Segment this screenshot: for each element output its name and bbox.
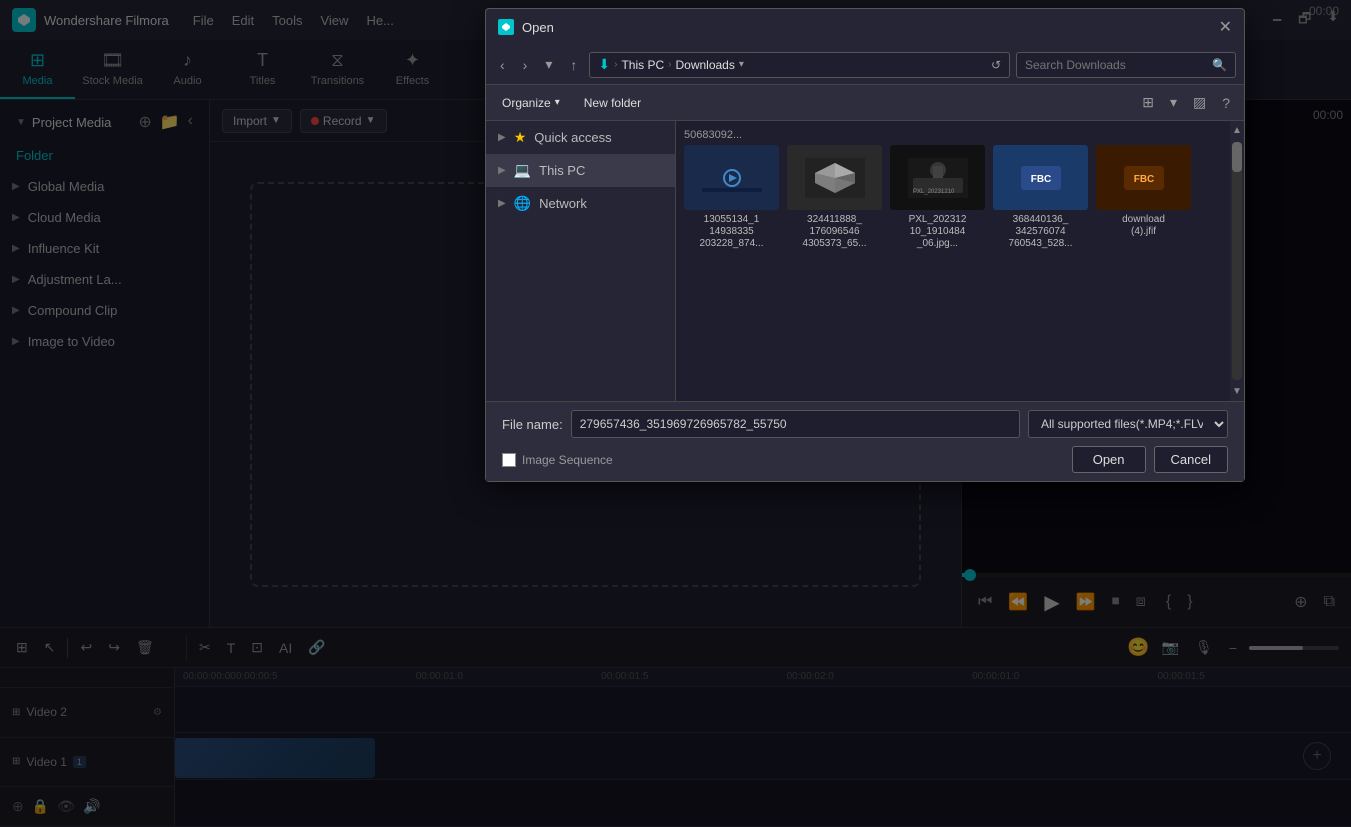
file-img-1 [684, 145, 779, 210]
network-expand-icon: ▶ [498, 198, 506, 209]
file-img-4: FBC [993, 145, 1088, 210]
sidebar-network[interactable]: ▶ 🌐 Network [486, 187, 675, 220]
file-label-1: 13055134_114938335203228_874... [700, 214, 764, 250]
file-thumb-1[interactable]: 13055134_114938335203228_874... [684, 145, 779, 250]
view-buttons: ⊞ ▾ ▨ ? [1136, 91, 1236, 114]
svg-text:FBC: FBC [1133, 174, 1154, 185]
view-grid-button[interactable]: ⊞ [1136, 91, 1160, 114]
file-thumb-4[interactable]: FBC 368440136_342576074760543_528... [993, 145, 1088, 250]
dialog-second-bar: Organize ▾ New folder ⊞ ▾ ▨ ? [486, 85, 1244, 121]
dialog-scrollbar: ▲ ▼ [1230, 121, 1244, 401]
filename-input[interactable] [571, 410, 1020, 438]
dialog-title-bar: Open ✕ [486, 9, 1244, 45]
scroll-down-button[interactable]: ▼ [1228, 382, 1246, 401]
this-pc-icon: 💻 [514, 162, 531, 179]
file-label-3: PXL_20231210_1910484_06.jpg... [909, 214, 967, 250]
svg-text:FBC: FBC [1030, 174, 1051, 185]
footer-actions: Image Sequence Open Cancel [502, 446, 1228, 473]
file-label-2: 324411888_1760965464305373_65... [803, 214, 867, 250]
image-sequence-checkbox[interactable] [502, 453, 516, 467]
file-dialog: Open ✕ ‹ › ▾ ↑ ⬇ › This PC › Downloads ▾… [485, 8, 1245, 482]
nav-up-button[interactable]: ↑ [564, 53, 583, 77]
file-label-5: download(4).jfif [1122, 214, 1165, 238]
dialog-sidebar: ▶ ★ Quick access ▶ 💻 This PC ▶ 🌐 Network [486, 121, 676, 401]
path-downloads[interactable]: Downloads [675, 58, 734, 72]
path-bar: ⬇ › This PC › Downloads ▾ ↺ [589, 52, 1010, 78]
dialog-nav-bar: ‹ › ▾ ↑ ⬇ › This PC › Downloads ▾ ↺ 🔍 [486, 45, 1244, 85]
filename-label: File name: [502, 417, 563, 432]
dialog-overlay: Open ✕ ‹ › ▾ ↑ ⬇ › This PC › Downloads ▾… [0, 0, 1351, 827]
this-pc-label: This PC [539, 163, 585, 178]
sidebar-this-pc[interactable]: ▶ 💻 This PC [486, 154, 675, 187]
file-thumb-2[interactable]: 324411888_1760965464305373_65... [787, 145, 882, 250]
organize-button[interactable]: Organize ▾ [494, 92, 568, 114]
scroll-thumb[interactable] [1232, 142, 1242, 172]
file-grid: 13055134_114938335203228_874... [684, 145, 1222, 393]
nav-back-button[interactable]: ‹ [494, 53, 511, 77]
dialog-icon [498, 19, 514, 35]
organize-label: Organize [502, 96, 551, 110]
svg-text:PXL_20231210: PXL_20231210 [913, 189, 955, 195]
new-folder-button[interactable]: New folder [576, 92, 649, 114]
dialog-footer: File name: All supported files(*.MP4;*.F… [486, 401, 1244, 481]
dialog-close-button[interactable]: ✕ [1219, 17, 1232, 37]
file-img-3: PXL_20231210 [890, 145, 985, 210]
path-refresh-icon[interactable]: ↺ [991, 58, 1001, 72]
path-home-icon: ⬇ [598, 56, 610, 73]
this-pc-expand-icon: ▶ [498, 165, 506, 176]
search-input[interactable] [1025, 58, 1208, 72]
quick-access-icon: ★ [514, 129, 527, 146]
nav-dropdown-button[interactable]: ▾ [539, 52, 558, 77]
sidebar-quick-access[interactable]: ▶ ★ Quick access [486, 121, 675, 154]
file-img-5: FBC [1096, 145, 1191, 210]
network-icon: 🌐 [514, 195, 531, 212]
image-sequence-label: Image Sequence [522, 453, 613, 467]
view-pane-button[interactable]: ▨ [1187, 91, 1212, 114]
path-separator-2: › [668, 59, 671, 70]
filetype-select[interactable]: All supported files(*.MP4;*.FLV;*All Fil… [1028, 410, 1228, 438]
view-dropdown-button[interactable]: ▾ [1164, 91, 1183, 114]
path-dropdown-icon[interactable]: ▾ [739, 59, 744, 70]
quick-access-expand-icon: ▶ [498, 132, 506, 143]
dialog-files: 50683092... 13055134_114938335203 [676, 121, 1230, 401]
network-label: Network [539, 196, 587, 211]
file-thumb-5[interactable]: FBC download(4).jfif [1096, 145, 1191, 238]
nav-forward-button[interactable]: › [517, 53, 534, 77]
file-img-2 [787, 145, 882, 210]
quick-access-label: Quick access [534, 130, 611, 145]
help-button[interactable]: ? [1216, 91, 1236, 114]
scroll-up-button[interactable]: ▲ [1228, 121, 1246, 140]
file-label-4: 368440136_342576074760543_528... [1009, 214, 1073, 250]
search-icon: 🔍 [1212, 58, 1227, 72]
dialog-title: Open [522, 20, 1219, 35]
search-bar: 🔍 [1016, 52, 1236, 78]
dialog-body: ▶ ★ Quick access ▶ 💻 This PC ▶ 🌐 Network… [486, 121, 1244, 401]
path-separator-1: › [614, 59, 617, 70]
image-sequence-row: Image Sequence [502, 453, 613, 467]
open-button[interactable]: Open [1072, 446, 1146, 473]
cancel-button[interactable]: Cancel [1154, 446, 1228, 473]
new-folder-label: New folder [584, 96, 641, 110]
filename-row: File name: All supported files(*.MP4;*.F… [502, 410, 1228, 438]
organize-dropdown-icon: ▾ [555, 97, 560, 108]
scroll-track[interactable] [1232, 142, 1242, 380]
files-top-label: 50683092... [684, 129, 1222, 141]
file-thumb-3[interactable]: PXL_20231210 PXL_20231210_1910484_06.jpg… [890, 145, 985, 250]
path-this-pc[interactable]: This PC [621, 58, 664, 72]
